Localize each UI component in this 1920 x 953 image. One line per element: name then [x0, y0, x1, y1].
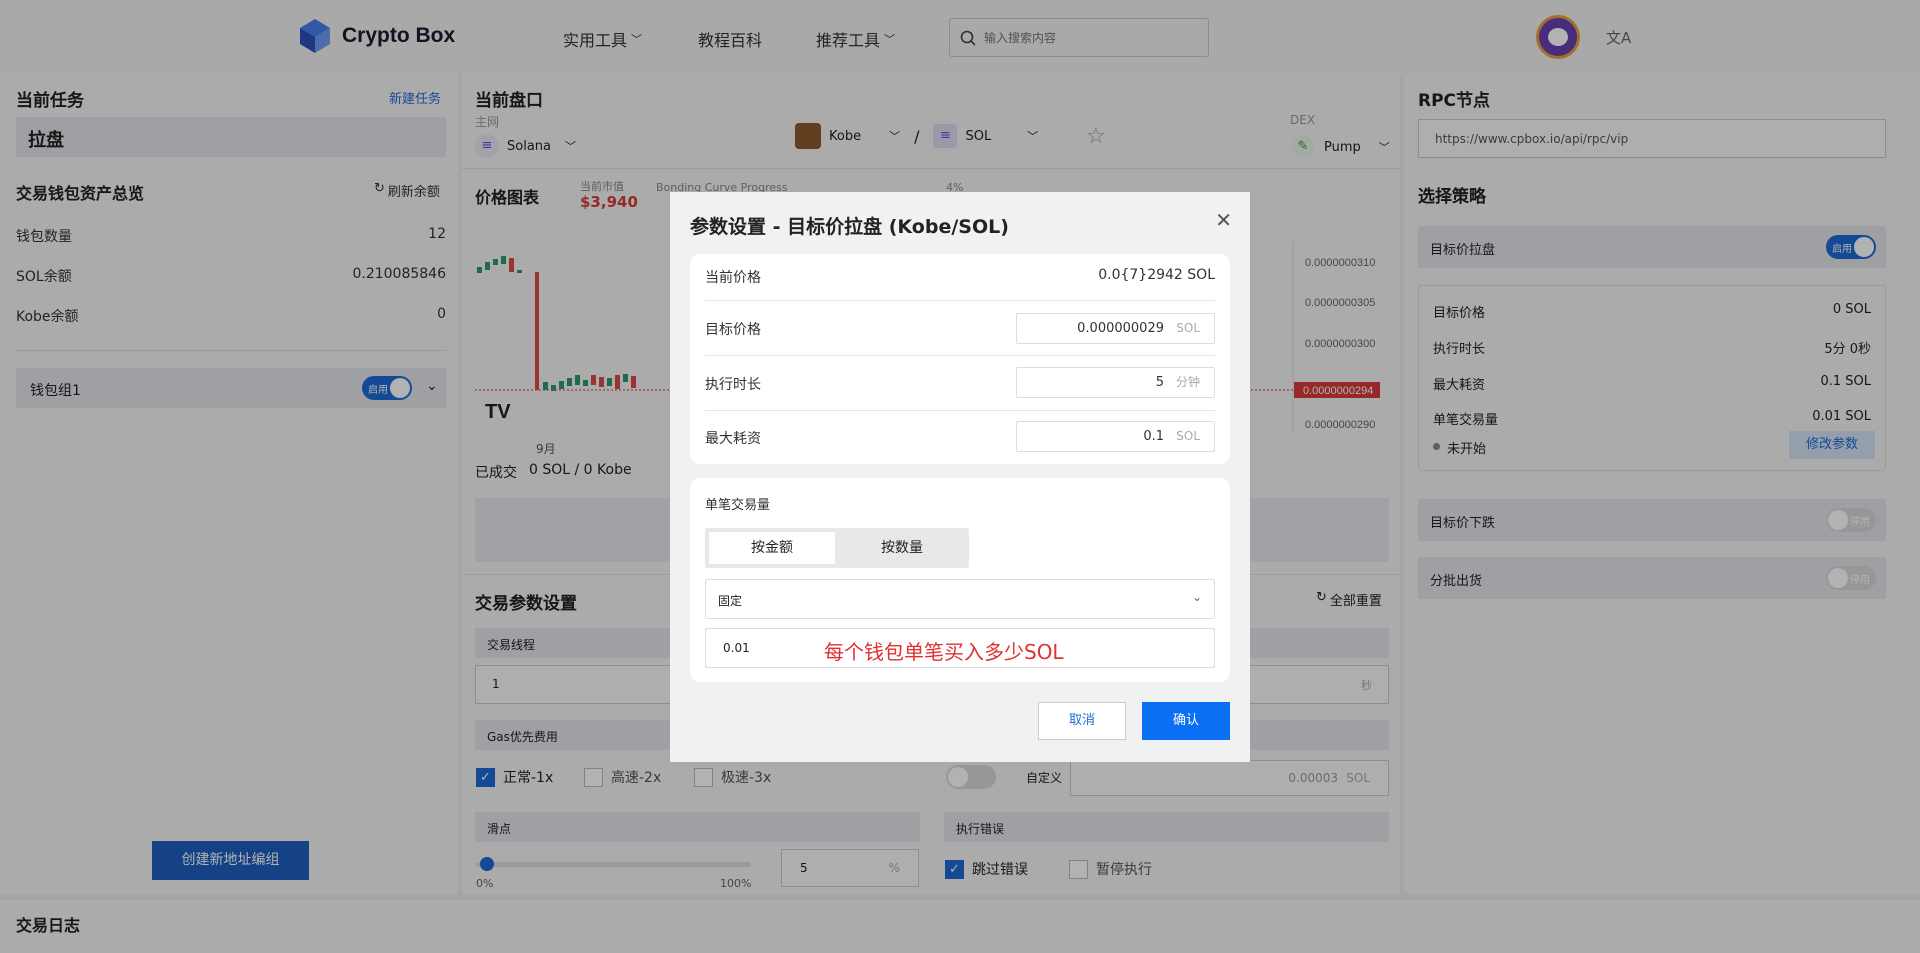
params-modal: 参数设置 - 目标价拉盘 (Kobe/SOL) ✕ 当前价格 0.0{7}294…: [670, 192, 1250, 762]
modal-title: 参数设置 - 目标价拉盘 (Kobe/SOL): [690, 216, 1009, 238]
single-trade-label: 单笔交易量: [705, 498, 771, 513]
mode-select[interactable]: 固定 ⌄: [705, 579, 1215, 619]
current-price-value: 0.0{7}2942 SOL: [1098, 267, 1215, 283]
confirm-button[interactable]: 确认: [1142, 702, 1230, 740]
max-cost-input[interactable]: 0.1 SOL: [1016, 421, 1215, 452]
tab-by-quantity[interactable]: 按数量: [839, 532, 965, 564]
cancel-button[interactable]: 取消: [1038, 702, 1126, 740]
single-trade-card: 单笔交易量 按金额 按数量 固定 ⌄ 0.01 每个钱包单笔买入多少SOL: [690, 478, 1230, 682]
duration-input[interactable]: 5 分钟: [1016, 367, 1215, 398]
amount-input[interactable]: 0.01 每个钱包单笔买入多少SOL: [705, 628, 1215, 668]
target-unit: SOL: [1176, 321, 1200, 335]
max-cost-value: 0.1: [1143, 429, 1164, 444]
target-price-input[interactable]: 0.000000029 SOL: [1016, 313, 1215, 344]
current-price-label: 当前价格: [705, 270, 761, 286]
duration-value: 5: [1155, 375, 1164, 390]
tab-by-amount[interactable]: 按金额: [709, 532, 835, 564]
close-icon[interactable]: ✕: [1215, 208, 1232, 232]
duration-label: 执行时长: [705, 377, 761, 393]
amount-annotation: 每个钱包单笔买入多少SOL: [824, 640, 1064, 664]
target-price-value: 0.000000029: [1077, 321, 1164, 336]
target-price-label: 目标价格: [705, 322, 761, 338]
amount-value: 0.01: [723, 641, 750, 655]
mode-value: 固定: [718, 594, 743, 608]
chevron-down-icon: ⌄: [1191, 590, 1202, 604]
max-cost-label: 最大耗资: [705, 431, 761, 447]
max-cost-unit: SOL: [1176, 429, 1200, 443]
mode-tabs: 按金额 按数量: [705, 528, 969, 568]
price-params-card: 当前价格 0.0{7}2942 SOL 目标价格 0.000000029 SOL…: [690, 254, 1230, 464]
duration-unit: 分钟: [1175, 375, 1200, 389]
